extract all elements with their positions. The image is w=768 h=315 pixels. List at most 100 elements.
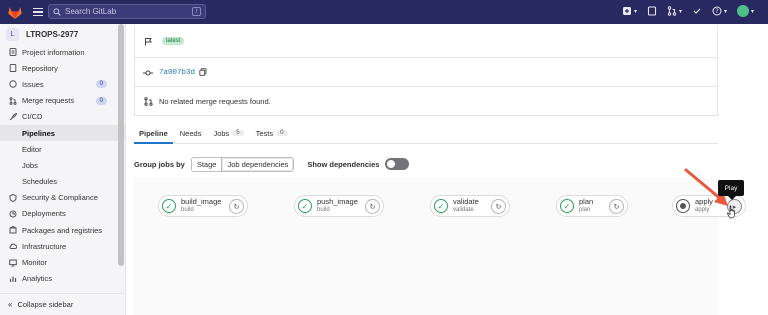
retry-icon[interactable]: ↻ xyxy=(491,199,506,214)
sidebar-item-analytics[interactable]: Analytics xyxy=(0,271,125,287)
job-build-image[interactable]: ✓ build_image build ↻ xyxy=(158,195,248,217)
no-merge-requests-text: No related merge requests found. xyxy=(159,97,271,106)
tab-count-badge: 0 xyxy=(276,130,288,136)
search-icon xyxy=(53,7,61,16)
todo-icon[interactable] xyxy=(692,6,702,16)
plus-square-icon[interactable]: ▾ xyxy=(622,6,637,16)
sidebar-item-deployments[interactable]: Deployments xyxy=(0,206,125,222)
status-success-icon: ✓ xyxy=(560,199,574,213)
merge-request-icon[interactable]: ▾ xyxy=(667,6,682,16)
sidebar-sub-label: Jobs xyxy=(22,160,38,170)
merge-request-icon xyxy=(9,96,17,105)
job-stage: build xyxy=(181,207,194,213)
issues-icon xyxy=(9,80,17,89)
pipeline-graph: ✓ build_image build ↻ ✓ push_image build ↻… xyxy=(134,178,746,315)
job-dependencies-button[interactable]: Job dependencies xyxy=(221,157,294,171)
gitlab-logo-icon[interactable] xyxy=(8,5,22,19)
sidebar-item-label: Packages and registries xyxy=(22,225,103,235)
sidebar-project[interactable]: L LTROPS-2977 xyxy=(0,24,125,44)
user-avatar-icon[interactable]: ▾ xyxy=(736,5,754,17)
sidebar-sub-schedules[interactable]: Schedules xyxy=(0,174,125,190)
tab-needs[interactable]: Needs xyxy=(175,123,207,143)
menu-icon[interactable] xyxy=(32,6,44,18)
sidebar-item-label: Monitor xyxy=(22,258,48,268)
svg-text:?: ? xyxy=(715,8,718,15)
tab-label: Jobs xyxy=(213,128,230,138)
issues-icon[interactable] xyxy=(647,6,657,16)
main-content: latest 7a007b3d No related merge request… xyxy=(126,24,768,315)
job-text: plan plan xyxy=(579,198,593,214)
sidebar-item-infrastructure[interactable]: Infrastructure xyxy=(0,238,125,254)
status-success-icon: ✓ xyxy=(434,199,448,213)
sidebar-scrollbar[interactable] xyxy=(118,24,124,266)
group-jobs-segmented-control: Stage Job dependencies xyxy=(190,156,295,172)
sidebar-item-packages[interactable]: Packages and registries xyxy=(0,222,125,238)
merge-requests-count-badge: 0 xyxy=(95,96,107,105)
sidebar-item-repository[interactable]: Repository xyxy=(0,60,125,76)
job-stage: plan xyxy=(579,207,591,213)
sidebar-item-label: Analytics xyxy=(22,274,53,284)
pipeline-commit-row: 7a007b3d xyxy=(135,57,717,87)
job-text: build_image build xyxy=(181,198,221,214)
sidebar-item-merge-requests[interactable]: Merge requests 0 xyxy=(0,93,125,109)
pipeline-options: Group jobs by Stage Job dependencies Sho… xyxy=(134,156,410,172)
hand-cursor-icon xyxy=(726,205,735,219)
sidebar-sub-label: Editor xyxy=(22,144,42,154)
sidebar-item-cicd[interactable]: CI/CD xyxy=(0,109,125,125)
play-tooltip: Play xyxy=(718,180,744,200)
collapse-sidebar-button[interactable]: « Collapse sidebar xyxy=(0,293,125,315)
sidebar-item-label: Security & Compliance xyxy=(22,193,98,203)
chart-icon xyxy=(9,275,17,283)
sidebar-item-security[interactable]: Security & Compliance xyxy=(0,190,125,206)
sidebar-item-project-information[interactable]: Project information xyxy=(0,44,125,60)
tab-label: Needs xyxy=(179,128,202,138)
tab-label: Tests xyxy=(255,128,274,138)
sidebar-item-issues[interactable]: Issues 0 xyxy=(0,76,125,92)
job-text: validate validate xyxy=(453,198,479,214)
search-input[interactable]: Search GitLab / xyxy=(48,4,206,19)
stage-button[interactable]: Stage xyxy=(191,157,222,171)
info-icon xyxy=(9,48,17,57)
retry-icon[interactable]: ↻ xyxy=(609,199,624,214)
help-icon[interactable]: ? ▾ xyxy=(712,6,727,16)
job-name: validate xyxy=(453,197,479,206)
sidebar-item-label: CI/CD xyxy=(22,112,43,122)
job-push-image[interactable]: ✓ push_image build ↻ xyxy=(294,195,384,217)
job-plan[interactable]: ✓ plan plan ↻ xyxy=(556,195,628,217)
status-success-icon: ✓ xyxy=(162,199,176,213)
deployments-icon xyxy=(9,210,17,218)
sidebar-sub-editor[interactable]: Editor xyxy=(0,141,125,157)
job-validate[interactable]: ✓ validate validate ↻ xyxy=(430,195,510,217)
show-dependencies-toggle[interactable] xyxy=(385,158,410,170)
monitor-icon xyxy=(9,259,17,267)
sidebar-sub-label: Pipelines xyxy=(22,128,55,138)
sidebar-item-monitor[interactable]: Monitor xyxy=(0,254,125,270)
tab-jobs[interactable]: Jobs 5 xyxy=(208,123,248,143)
tab-tests[interactable]: Tests 0 xyxy=(251,123,293,143)
sidebar-sub-jobs[interactable]: Jobs xyxy=(0,157,125,173)
pipeline-info-box: latest 7a007b3d No related merge request… xyxy=(134,26,718,116)
merge-request-icon xyxy=(143,97,153,106)
commit-sha-link[interactable]: 7a007b3d xyxy=(159,69,195,77)
sidebar-sub-pipelines[interactable]: Pipelines xyxy=(0,124,125,142)
job-name: plan xyxy=(579,197,594,206)
sidebar: L LTROPS-2977 Project information Reposi… xyxy=(0,24,126,315)
collapse-label: Collapse sidebar xyxy=(17,300,74,309)
tab-pipeline[interactable]: Pipeline xyxy=(134,123,173,144)
status-success-icon: ✓ xyxy=(298,199,312,213)
pipeline-tag-row: latest xyxy=(135,26,717,56)
search-shortcut: / xyxy=(192,7,201,16)
retry-icon[interactable]: ↻ xyxy=(365,199,380,214)
show-dependencies-label: Show dependencies xyxy=(307,159,380,169)
commit-icon xyxy=(143,69,153,77)
package-icon xyxy=(9,226,17,234)
rocket-icon xyxy=(9,112,17,121)
retry-icon[interactable]: ↻ xyxy=(229,199,244,214)
sidebar-item-label: Repository xyxy=(22,63,58,73)
search-placeholder: Search GitLab xyxy=(65,7,117,16)
group-jobs-label: Group jobs by xyxy=(134,159,185,169)
job-stage: validate xyxy=(453,207,474,213)
collapse-icon: « xyxy=(8,300,13,309)
copy-icon[interactable] xyxy=(199,67,207,78)
flag-icon xyxy=(143,37,153,46)
